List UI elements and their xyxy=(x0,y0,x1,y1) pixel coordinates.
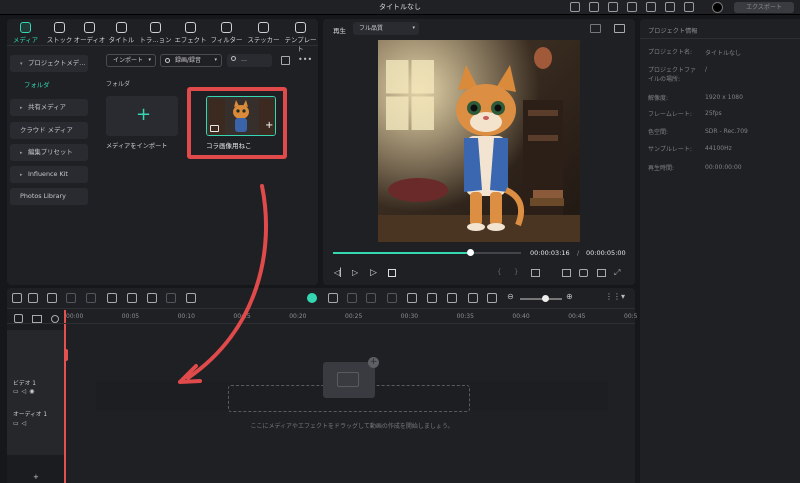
annotation-arrow xyxy=(178,184,268,384)
